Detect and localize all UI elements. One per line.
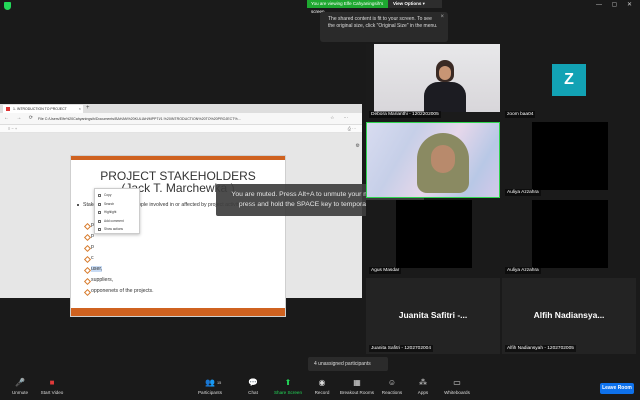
pdf-tools-right[interactable]: ⎙ ⋯ bbox=[348, 126, 356, 131]
record-icon: ◉ bbox=[318, 378, 326, 387]
address-bar: ← → ⟳ File C:/Users/Elfe%20Cahyaningsih/… bbox=[0, 113, 362, 125]
participants-icon: 👥 bbox=[205, 378, 215, 387]
participant-display-name: Juanita Safitri -... bbox=[398, 310, 468, 320]
avatar: Z bbox=[552, 64, 586, 96]
tooltip-text: The shared content is fit to your screen… bbox=[328, 16, 438, 29]
participants-count: 15 bbox=[217, 381, 222, 385]
participant-video bbox=[532, 200, 608, 268]
menu-item-copy[interactable]: Copy bbox=[95, 191, 139, 200]
participant-tile[interactable]: Z zoom baa04 bbox=[502, 44, 636, 120]
pdf-toolbar: ≡ − + ⎙ ⋯ bbox=[0, 125, 362, 139]
participant-video bbox=[396, 200, 472, 268]
fit-screen-tooltip: The shared content is fit to your screen… bbox=[320, 12, 448, 42]
participant-name: Debora Marianthi - 1202202005 bbox=[369, 111, 441, 118]
shield-icon bbox=[4, 2, 11, 10]
list-item: opponenets of the projects. bbox=[85, 286, 275, 297]
viewer-side-icon[interactable]: ⚙ bbox=[356, 143, 360, 149]
whiteboards-button[interactable]: ▭ Whiteboards bbox=[437, 378, 477, 395]
close-icon[interactable]: × bbox=[440, 14, 444, 21]
browser-tab[interactable]: 1. INTRODUCTION TO PROJECT × bbox=[3, 105, 83, 113]
chat-icon: 💬 bbox=[248, 378, 258, 387]
breakout-rooms-icon: ▦ bbox=[353, 378, 361, 387]
active-speaker-tile[interactable] bbox=[366, 122, 500, 198]
chat-button[interactable]: 💬 Chat bbox=[233, 378, 273, 395]
participant-name: Auliya Azzahra bbox=[505, 267, 541, 274]
slide-page: PROJECT STAKEHOLDERS (Jack T. Marchewka … bbox=[70, 155, 286, 317]
participant-tile[interactable]: Agus Masdar bbox=[366, 200, 500, 276]
start-video-button[interactable]: ■ Start Video bbox=[32, 378, 72, 395]
participant-name: Auliya Azzahra bbox=[505, 189, 541, 196]
menu-item-show-actions[interactable]: Show actions bbox=[95, 225, 139, 234]
browser-tabbar: 1. INTRODUCTION TO PROJECT × + bbox=[0, 104, 362, 113]
nav-buttons[interactable]: ← → ⟳ bbox=[4, 115, 36, 121]
video-off-icon: ■ bbox=[49, 378, 55, 387]
participant-tile[interactable]: Debora Marianthi - 1202202005 bbox=[366, 44, 500, 120]
whiteboard-icon: ▭ bbox=[453, 378, 461, 387]
list-item: c bbox=[85, 253, 275, 264]
participant-name: Alfih Nadiansyah - 1202702005 bbox=[505, 345, 576, 352]
participant-video bbox=[367, 123, 499, 197]
new-tab-icon[interactable]: + bbox=[86, 104, 90, 113]
menu-item-add-comment[interactable]: Add comment bbox=[95, 217, 139, 226]
record-button[interactable]: ◉ Record bbox=[302, 378, 342, 395]
more-icon bbox=[98, 228, 101, 232]
participant-tile[interactable]: Alfih Nadiansya... Alfih Nadiansyah - 12… bbox=[502, 278, 636, 354]
context-menu: Copy Search Highlight Add comment Show a… bbox=[94, 188, 140, 234]
participant-name: zoom baa04 bbox=[505, 111, 536, 118]
breakout-rooms-button[interactable]: ▦ Breakout Rooms bbox=[337, 378, 377, 395]
viewing-banner: You are viewing Elfe Cahyaningsih's scre… bbox=[307, 0, 388, 14]
reactions-icon: ☺ bbox=[387, 378, 397, 387]
participants-button[interactable]: 👥 Participants 15 bbox=[190, 378, 230, 395]
pdf-tools-center[interactable] bbox=[262, 126, 282, 139]
apps-icon: ⁂ bbox=[419, 378, 427, 387]
menu-item-highlight[interactable]: Highlight bbox=[95, 208, 139, 217]
view-options-button[interactable]: View Options ▾ bbox=[388, 0, 442, 8]
comment-icon bbox=[98, 219, 101, 223]
list-item-selected: user, bbox=[85, 264, 275, 275]
zoom-window: You are viewing Elfe Cahyaningsih's scre… bbox=[0, 0, 640, 400]
share-screen-icon: ⬆ bbox=[284, 378, 292, 387]
menu-item-search[interactable]: Search bbox=[95, 200, 139, 209]
mic-muted-icon: 🎤 bbox=[15, 378, 25, 387]
participant-video bbox=[374, 44, 500, 112]
list-item: p bbox=[85, 242, 275, 253]
participant-tile[interactable]: Auliya Azzahra bbox=[502, 200, 636, 276]
participant-name: Juanita Safitri - 1202702004 bbox=[369, 345, 434, 352]
slide-header-stripe bbox=[71, 156, 285, 160]
participant-display-name: Alfih Nadiansya... bbox=[533, 310, 605, 320]
highlight-icon bbox=[98, 211, 101, 215]
pdf-tools-left[interactable]: ≡ − + bbox=[8, 126, 17, 131]
tab-label: 1. INTRODUCTION TO PROJECT bbox=[13, 107, 67, 111]
meeting-toolbar: 🎤 Unmute ■ Start Video 👥 Participants 15… bbox=[0, 374, 640, 400]
browser-action-icons[interactable]: ☆ ⋯ bbox=[330, 115, 352, 121]
participant-tile[interactable]: Auliya Azzahra bbox=[502, 122, 636, 198]
search-icon bbox=[98, 202, 101, 206]
participant-name: Agus Masdar bbox=[369, 267, 402, 274]
top-bar: You are viewing Elfe Cahyaningsih's scre… bbox=[0, 0, 640, 14]
participant-tile[interactable]: Juanita Safitri -... Juanita Safitri - 1… bbox=[366, 278, 500, 354]
window-controls[interactable]: — ▢ ✕ bbox=[596, 1, 636, 8]
slide-footer-stripe bbox=[71, 308, 285, 316]
participant-video bbox=[532, 122, 608, 190]
pdf-icon bbox=[6, 107, 10, 111]
list-item: suppliers, bbox=[85, 275, 275, 286]
unassigned-participants-notice[interactable]: 4 unassigned participants bbox=[308, 357, 388, 371]
copy-icon bbox=[98, 194, 101, 197]
leave-room-button[interactable]: Leave Room bbox=[600, 383, 634, 394]
close-icon[interactable]: × bbox=[79, 105, 81, 113]
url-field[interactable]: File C:/Users/Elfe%20Cahyaningsih/Docume… bbox=[38, 115, 258, 123]
